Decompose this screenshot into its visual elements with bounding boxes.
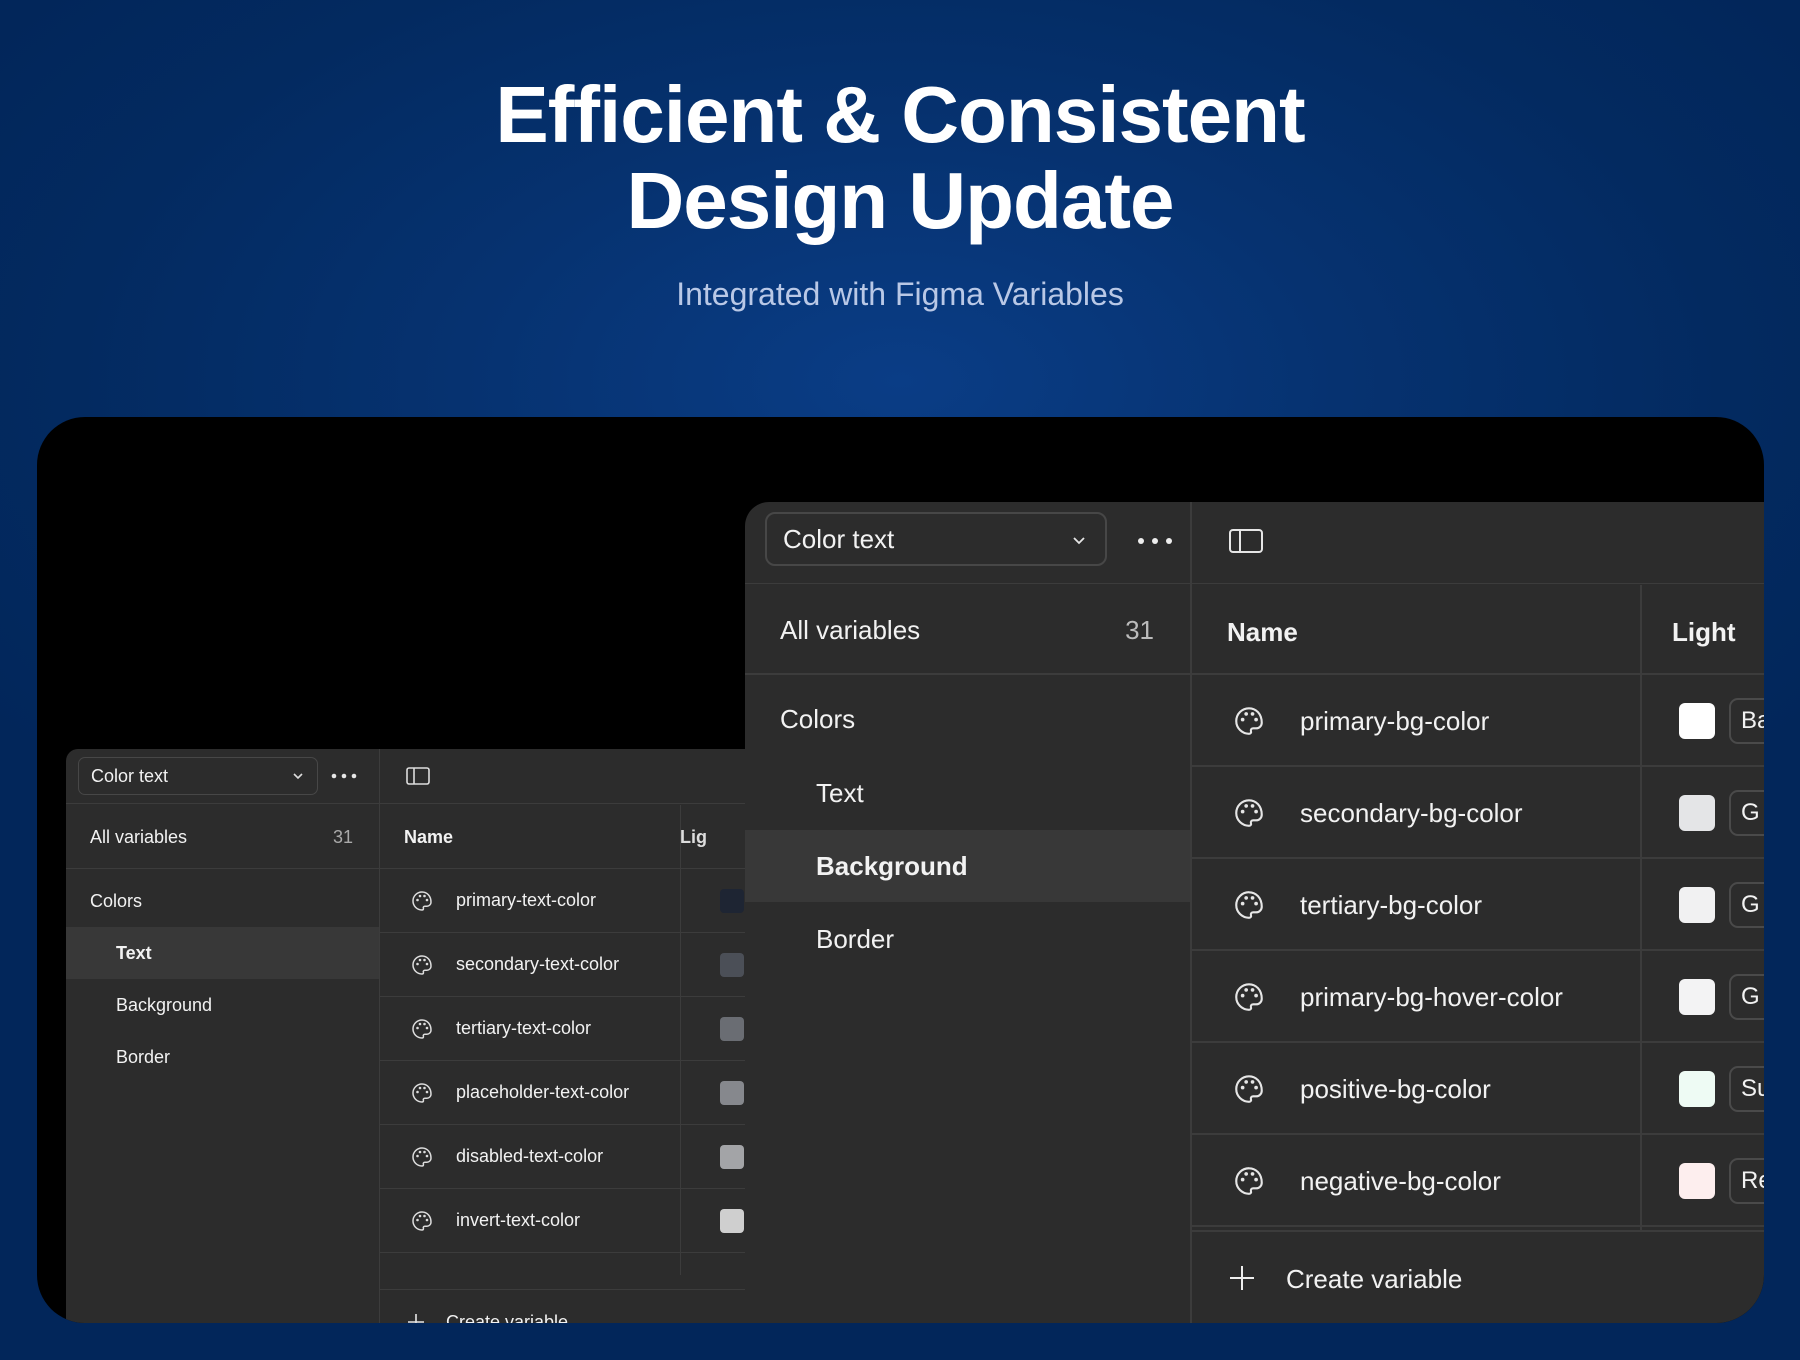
sidebar-item-text[interactable]: Text [745, 756, 1190, 830]
sidebar-group-colors[interactable]: Colors [745, 682, 1190, 756]
variable-name: negative-bg-color [1300, 1166, 1501, 1196]
all-variables-count: 31 [1125, 615, 1154, 645]
table-header: Name Light [1192, 585, 1764, 675]
table-row[interactable]: negative-bg-color Re [1192, 1135, 1764, 1227]
color-swatch[interactable] [1679, 979, 1715, 1015]
palette-icon [412, 1147, 432, 1167]
sidebar-item-background[interactable]: Background [66, 979, 379, 1031]
color-swatch[interactable] [1679, 703, 1715, 739]
variable-name: tertiary-text-color [456, 1018, 592, 1038]
alias-chip[interactable]: Su [1729, 1066, 1764, 1112]
variable-name: positive-bg-color [1300, 1074, 1491, 1104]
all-variables-count: 31 [332, 827, 353, 847]
table-row[interactable]: tertiary-bg-color G [1192, 859, 1764, 951]
more-options-icon[interactable] [330, 765, 358, 787]
variable-name: placeholder-text-color [456, 1082, 630, 1102]
palette-icon [412, 955, 432, 975]
table-row[interactable]: primary-bg-hover-color G [1192, 951, 1764, 1043]
palette-icon [412, 891, 432, 911]
sidebar-item-border[interactable]: Border [745, 902, 1190, 976]
create-variable-label: Create variable [1286, 1264, 1463, 1294]
color-swatch[interactable] [720, 1081, 744, 1105]
color-swatch[interactable] [720, 889, 744, 913]
table-row[interactable]: tertiary-text-color [380, 997, 786, 1061]
collection-select[interactable]: Color text [765, 512, 1107, 566]
hero-title: Efficient & Consistent Design Update [0, 72, 1800, 244]
palette-icon [1235, 1167, 1263, 1195]
table-row[interactable]: secondary-bg-color G [1192, 767, 1764, 859]
column-header-name[interactable]: Name [1227, 617, 1298, 648]
palette-icon [412, 1019, 432, 1039]
collection-select-value: Color text [91, 766, 169, 786]
color-swatch[interactable] [720, 1209, 744, 1233]
hero-title-line-1: Efficient & Consistent [495, 70, 1305, 159]
variables-panel-large: Color text All variables 31 Colors Text … [745, 502, 1764, 1323]
more-options-icon[interactable] [1135, 528, 1175, 554]
sidebar-item-text[interactable]: Text [66, 927, 379, 979]
table-row[interactable]: secondary-text-color [380, 933, 786, 997]
variable-name: invert-text-color [456, 1210, 581, 1230]
alias-chip[interactable]: G [1729, 974, 1764, 1020]
palette-icon [1235, 707, 1263, 735]
variable-name: disabled-text-color [456, 1146, 604, 1166]
variable-name: tertiary-bg-color [1300, 890, 1483, 920]
create-variable-button[interactable]: Create variable [1192, 1230, 1764, 1323]
palette-icon [1235, 1075, 1263, 1103]
palette-icon [412, 1211, 432, 1231]
create-variable-button[interactable]: Create variable [380, 1289, 786, 1323]
color-swatch[interactable] [720, 953, 744, 977]
chevron-down-icon [293, 773, 303, 780]
plus-icon [1230, 1266, 1254, 1290]
palette-icon [1235, 799, 1263, 827]
table-row[interactable]: positive-bg-color Su [1192, 1043, 1764, 1135]
variable-name: secondary-text-color [456, 954, 620, 974]
column-header-light[interactable]: Light [1672, 617, 1736, 648]
hero-title-line-2: Design Update [626, 156, 1174, 245]
chevron-down-icon [1073, 537, 1085, 545]
alias-chip[interactable]: Re [1729, 1158, 1764, 1204]
sidebar-group-colors[interactable]: Colors [66, 875, 379, 927]
sidebar-item-border[interactable]: Border [66, 1031, 379, 1083]
plus-icon [408, 1314, 424, 1323]
table-row[interactable]: primary-text-color [380, 869, 786, 933]
table-row[interactable]: primary-bg-color Ba [1192, 675, 1764, 767]
alias-chip[interactable]: G [1729, 882, 1764, 928]
column-header-name[interactable]: Name [404, 827, 453, 848]
panel-toolbar: Color text [66, 749, 786, 804]
variable-name: primary-bg-color [1300, 706, 1490, 736]
create-variable-label: Create variable [446, 1312, 569, 1323]
all-variables-label: All variables [90, 827, 188, 847]
screenshot-stage: Color text All variables 31 Colors Text … [37, 417, 1764, 1323]
color-swatch[interactable] [1679, 1071, 1715, 1107]
sidebar-toggle-icon[interactable] [404, 764, 432, 788]
collection-select[interactable]: Color text [78, 757, 318, 795]
color-swatch[interactable] [1679, 887, 1715, 923]
palette-icon [412, 1083, 432, 1103]
variable-name: primary-text-color [456, 890, 597, 910]
sidebar-item-all-variables[interactable]: All variables 31 [745, 585, 1190, 675]
column-header-light[interactable]: Lig [680, 827, 707, 848]
variable-name: secondary-bg-color [1300, 798, 1523, 828]
hero-subtitle: Integrated with Figma Variables [676, 276, 1124, 312]
table-row[interactable]: disabled-text-color [380, 1125, 786, 1189]
variable-name: primary-bg-hover-color [1300, 982, 1563, 1012]
table-row[interactable]: invert-text-color [380, 1189, 786, 1253]
color-swatch[interactable] [1679, 1163, 1715, 1199]
collection-select-value: Color text [783, 524, 895, 554]
panel-toolbar: Color text [745, 502, 1764, 584]
table-row[interactable]: placeholder-text-color [380, 1061, 786, 1125]
color-swatch[interactable] [720, 1017, 744, 1041]
sidebar-toggle-icon[interactable] [1227, 526, 1265, 556]
palette-icon [1235, 983, 1263, 1011]
sidebar-item-background[interactable]: Background [745, 830, 1190, 902]
alias-chip[interactable]: Ba [1729, 698, 1764, 744]
color-swatch[interactable] [1679, 795, 1715, 831]
table-header: Name Lig [380, 805, 786, 869]
variables-panel-small: Color text All variables 31 Colors Text … [66, 749, 786, 1323]
color-swatch[interactable] [720, 1145, 744, 1169]
palette-icon [1235, 891, 1263, 919]
all-variables-label: All variables [780, 615, 921, 645]
alias-chip[interactable]: G [1729, 790, 1764, 836]
sidebar-item-all-variables[interactable]: All variables 31 [66, 805, 379, 869]
